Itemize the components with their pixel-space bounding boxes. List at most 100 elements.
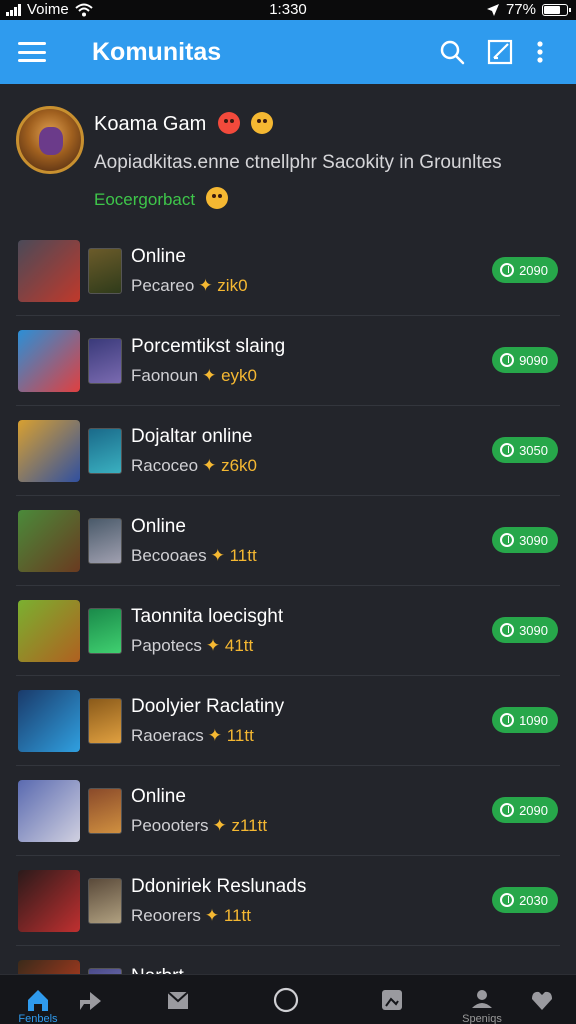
- game-thumbnail: [18, 600, 80, 662]
- list-item-title: Online: [131, 516, 186, 537]
- list-item-title: Porcemtikst slaing: [131, 336, 286, 357]
- list-item-title: Ddoniriek Reslunads: [131, 876, 307, 897]
- smile-emoji-icon: [251, 112, 274, 134]
- list-item-subtitle: Reoorers ✦ 11tt: [131, 906, 251, 925]
- coin-icon: [500, 623, 515, 637]
- battery-percent: 77%: [505, 1, 536, 18]
- character-thumbnail: [88, 518, 122, 564]
- search-icon[interactable]: [438, 38, 466, 66]
- character-thumbnail: [88, 698, 122, 744]
- list-item[interactable]: Porcemtikst slaing Faonoun ✦ eyk0 9090: [16, 316, 560, 406]
- character-thumbnail: [88, 608, 122, 654]
- profile-name-row: Koama Gam: [94, 112, 274, 136]
- heart-icon: [532, 991, 552, 1010]
- tab-label: Fenbels: [18, 1013, 58, 1024]
- list-item-title: Online: [131, 786, 186, 807]
- tab-share[interactable]: [60, 975, 120, 1024]
- game-thumbnail: [18, 330, 80, 392]
- status-right: 77%: [486, 1, 571, 18]
- tab-profile[interactable]: Speniqs: [452, 975, 512, 1024]
- game-thumbnail: [18, 510, 80, 572]
- price-value: 2030: [519, 892, 548, 908]
- character-thumbnail: [88, 248, 122, 294]
- character-thumbnail: [88, 878, 122, 924]
- profile-status-row: Eocergorbact: [94, 187, 228, 210]
- list-item-subtitle: Raoeracs ✦ 11tt: [131, 726, 254, 745]
- coin-icon: [500, 533, 515, 547]
- page-title: Komunitas: [92, 38, 222, 66]
- tab-label: Speniqs: [462, 1013, 502, 1024]
- tab-image[interactable]: [362, 975, 422, 1024]
- price-badge[interactable]: 3050: [492, 437, 558, 463]
- home-icon: [28, 990, 48, 1011]
- price-value: 1090: [519, 712, 548, 728]
- list-item-title: Doolyier Raclatiny: [131, 696, 285, 717]
- list-item[interactable]: Ddoniriek Reslunads Reoorers ✦ 11tt 2030: [16, 856, 560, 946]
- coin-icon: [500, 803, 515, 817]
- more-options-icon[interactable]: [534, 38, 546, 66]
- list-item[interactable]: Online Pecareo ✦ zik0 2090: [16, 226, 560, 316]
- bottom-tab-bar: Fenbels Speniqs: [0, 974, 576, 1024]
- list-item-subtitle: Papotecs ✦ 41tt: [131, 636, 254, 655]
- price-value: 2090: [519, 262, 548, 278]
- character-thumbnail: [88, 428, 122, 474]
- list-item-subtitle: Faonoun ✦ eyk0: [131, 366, 258, 385]
- price-badge[interactable]: 2030: [492, 887, 558, 913]
- profile-header[interactable]: Koama Gam Aopiadkitas.enne ctnellphr Sac…: [0, 84, 576, 226]
- coin-icon: [500, 353, 515, 367]
- game-thumbnail: [18, 780, 80, 842]
- image-icon: [382, 990, 402, 1010]
- menu-button[interactable]: [18, 42, 46, 62]
- list-item[interactable]: Online Peoooters ✦ z11tt 2090: [16, 766, 560, 856]
- game-thumbnail: [18, 870, 80, 932]
- angry-emoji-icon: [217, 112, 240, 134]
- profile-status: Eocergorbact: [94, 190, 196, 209]
- list-item-title: Online: [131, 246, 186, 267]
- list-item-title: Taonnita loecisght: [131, 606, 284, 627]
- thinking-emoji-icon: [205, 187, 228, 209]
- price-badge[interactable]: 2090: [492, 257, 558, 283]
- app-bar: Komunitas: [0, 20, 576, 84]
- tab-circle[interactable]: [256, 975, 316, 1024]
- coin-icon: [500, 893, 515, 907]
- list-item-subtitle: Pecareo ✦ zik0: [131, 276, 248, 295]
- price-value: 3090: [519, 622, 548, 638]
- mail-icon: [167, 991, 189, 1009]
- price-badge[interactable]: 9090: [492, 347, 558, 373]
- tab-heart[interactable]: [512, 975, 572, 1024]
- list-item-subtitle: Becooaes ✦ 11tt: [131, 546, 257, 565]
- price-value: 9090: [519, 352, 548, 368]
- location-icon: [486, 3, 499, 16]
- circle-icon: [273, 987, 299, 1013]
- profile-icon: [472, 990, 492, 1008]
- compose-icon[interactable]: [486, 38, 514, 66]
- list-item[interactable]: Doolyier Raclatiny Raoeracs ✦ 11tt 1090: [16, 676, 560, 766]
- list-item[interactable]: Online Becooaes ✦ 11tt 3090: [16, 496, 560, 586]
- price-value: 2090: [519, 802, 548, 818]
- game-thumbnail: [18, 240, 80, 302]
- price-value: 3050: [519, 442, 548, 458]
- avatar[interactable]: [16, 106, 84, 174]
- price-badge[interactable]: 1090: [492, 707, 558, 733]
- profile-name: Koama Gam: [94, 113, 207, 135]
- list-item-title: Dojaltar online: [131, 426, 253, 447]
- list-item-subtitle: Peoooters ✦ z11tt: [131, 816, 268, 835]
- share-icon: [80, 992, 101, 1010]
- game-thumbnail: [18, 420, 80, 482]
- battery-icon: [542, 3, 571, 16]
- coin-icon: [500, 713, 515, 727]
- character-thumbnail: [88, 338, 122, 384]
- price-badge[interactable]: 3090: [492, 617, 558, 643]
- character-thumbnail: [88, 788, 122, 834]
- game-thumbnail: [18, 690, 80, 752]
- coin-icon: [500, 263, 515, 277]
- list-item-subtitle: Racoceo ✦ z6k0: [131, 456, 257, 475]
- list-item[interactable]: Dojaltar online Racoceo ✦ z6k0 3050: [16, 406, 560, 496]
- price-value: 3090: [519, 532, 548, 548]
- price-badge[interactable]: 2090: [492, 797, 558, 823]
- list-item[interactable]: Taonnita loecisght Papotecs ✦ 41tt 3090: [16, 586, 560, 676]
- tab-home[interactable]: Fenbels: [8, 975, 68, 1024]
- coin-icon: [500, 443, 515, 457]
- price-badge[interactable]: 3090: [492, 527, 558, 553]
- tab-mail[interactable]: [148, 975, 208, 1024]
